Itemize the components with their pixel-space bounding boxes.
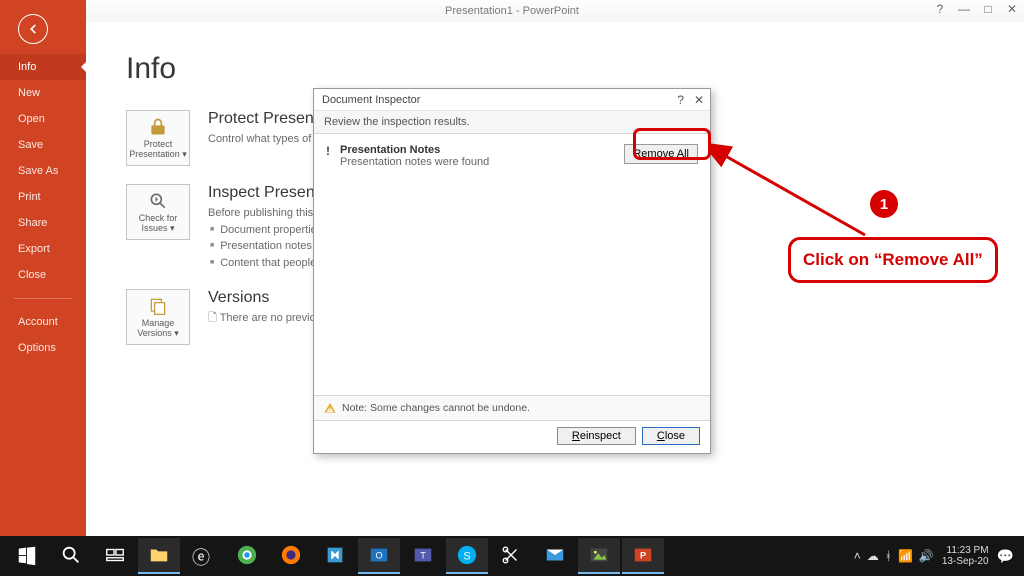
sidebar-item-account[interactable]: Account [0,309,86,335]
sidebar-item-new[interactable]: New [0,80,86,106]
help-icon[interactable]: ? [932,2,948,16]
sidebar-item-options[interactable]: Options [0,335,86,361]
scissors-icon [500,544,522,566]
search-icon [60,544,82,566]
firefox-icon [280,544,302,566]
task-view-icon [104,544,126,566]
outlook-icon: O [368,544,390,566]
inspect-text: Inspect Presenta Before publishing this … [208,184,330,271]
versions-text: Versions 🗋 There are no previou [208,289,322,327]
sidebar-item-open[interactable]: Open [0,106,86,132]
magnifier-icon [147,191,169,211]
svg-text:T: T [420,551,426,561]
system-tray: ˄ ☁ ᚼ 📶 🔊 11:23 PM 13-Sep-20 💬 [854,545,1018,568]
tb-chrome[interactable] [226,538,268,574]
manage-versions-tile[interactable]: Manage Versions ▾ [126,289,190,345]
edge-icon: ⓔ [192,544,214,566]
annotation-arrow [710,140,880,250]
page-title: Info [126,52,1024,86]
action-center-icon[interactable]: 💬 [997,548,1014,565]
dialog-titlebar: Document Inspector ? ✕ [314,89,710,111]
svg-text:O: O [375,551,382,561]
sidebar-item-info[interactable]: Info [0,54,86,80]
tb-skype[interactable]: S [446,538,488,574]
taskbar-clock[interactable]: 11:23 PM 13-Sep-20 [942,545,989,568]
maximize-icon[interactable]: □ [980,2,996,16]
dialog-help-icon[interactable]: ? [677,93,684,107]
warning-triangle-icon [324,402,336,414]
minimize-icon[interactable]: — [956,2,972,16]
tray-cloud-icon[interactable]: ☁ [867,549,879,563]
tb-outlook[interactable]: O [358,538,400,574]
lock-icon [147,117,169,137]
dialog-note: Note: Some changes cannot be undone. [314,395,710,420]
arrow-left-icon [26,22,40,36]
window-controls: ? — □ ✕ [932,2,1020,16]
sidebar-item-save-as[interactable]: Save As [0,158,86,184]
search-button[interactable] [50,538,92,574]
dialog-close-icon[interactable]: ✕ [694,93,704,107]
versions-desc: 🗋 There are no previou [208,310,322,327]
folder-icon [148,544,170,566]
sidebar-item-close[interactable]: Close [0,262,86,288]
code-icon [324,544,346,566]
tray-bluetooth-icon[interactable]: ᚼ [885,549,892,563]
dialog-body: ! Presentation Notes Presentation notes … [314,134,710,395]
warning-mark-icon: ! [326,144,340,158]
tb-photos[interactable] [578,538,620,574]
check-issues-tile[interactable]: Check for Issues ▾ [126,184,190,240]
start-button[interactable] [6,538,48,574]
sidebar-item-print[interactable]: Print [0,184,86,210]
tb-file-explorer[interactable] [138,538,180,574]
tray-chevron-icon[interactable]: ˄ [854,549,861,563]
tb-powerpoint[interactable]: P [622,538,664,574]
window-title: Presentation1 - PowerPoint [445,5,579,17]
sidebar-item-save[interactable]: Save [0,132,86,158]
skype-icon: S [456,544,478,566]
tb-vscode[interactable] [314,538,356,574]
tb-mail[interactable] [534,538,576,574]
sidebar-item-export[interactable]: Export [0,236,86,262]
close-button[interactable]: Close [642,427,700,445]
result-heading: Presentation Notes [340,144,624,156]
dialog-footer: Reinspect Close [314,420,710,453]
windows-logo-icon [16,544,38,566]
sidebar-item-share[interactable]: Share [0,210,86,236]
annotation-highlight-remove-all [633,128,711,160]
tb-edge[interactable]: ⓔ [182,538,224,574]
protect-text: Protect Presenta Control what types of c… [208,110,327,148]
sidebar-divider [14,298,72,299]
powerpoint-icon: P [632,544,654,566]
svg-text:P: P [640,551,646,561]
teams-icon: T [412,544,434,566]
tb-snip[interactable] [490,538,532,574]
photos-icon [588,544,610,566]
task-view-button[interactable] [94,538,136,574]
close-window-icon[interactable]: ✕ [1004,2,1020,16]
backstage-sidebar: Info New Open Save Save As Print Share E… [0,0,86,536]
mail-icon [544,544,566,566]
tray-volume-icon[interactable]: 🔊 [919,549,934,563]
back-button[interactable] [18,14,48,44]
protect-presentation-tile[interactable]: Protect Presentation ▾ [126,110,190,166]
chrome-icon [236,544,258,566]
tb-teams[interactable]: T [402,538,444,574]
svg-text:S: S [463,551,470,563]
versions-icon [147,296,169,316]
window-titlebar: Presentation1 - PowerPoint ? — □ ✕ [0,0,1024,22]
tb-firefox[interactable] [270,538,312,574]
reinspect-button[interactable]: Reinspect [557,427,636,445]
tray-wifi-icon[interactable]: 📶 [898,549,913,563]
dialog-title: Document Inspector [322,94,420,106]
result-detail: Presentation notes were found [340,156,489,168]
windows-taskbar: ⓔ O T S P ˄ ☁ ᚼ 📶 🔊 11:23 PM 13 [0,536,1024,576]
